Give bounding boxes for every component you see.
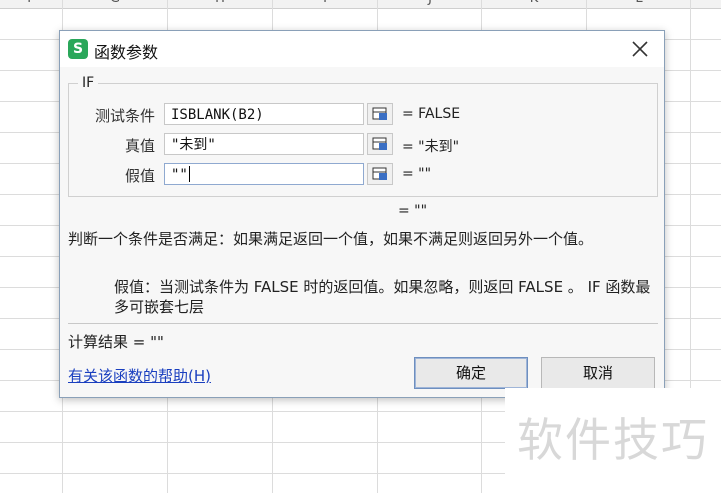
formula-result: = ""	[398, 203, 428, 219]
column-header[interactable]: K	[482, 0, 586, 7]
close-icon	[632, 41, 648, 57]
column-header[interactable]: J	[378, 0, 482, 7]
dialog-titlebar[interactable]: S 函数参数	[60, 31, 664, 67]
calculation-result: 计算结果 = ""	[68, 333, 164, 351]
wps-app-icon: S	[68, 39, 88, 59]
column-header-row: F G H I J K L	[0, 0, 721, 9]
arg-label-true-value: 真值	[124, 137, 155, 155]
close-button[interactable]	[628, 37, 652, 61]
watermark: 软件技巧	[505, 388, 721, 493]
argument-description: 假值：当测试条件为 FALSE 时的返回值。如果忽略，则返回 FALSE 。 I…	[114, 278, 651, 316]
true-value-input[interactable]: "未到"	[164, 133, 364, 155]
dialog-title: 函数参数	[94, 43, 159, 62]
function-name: IF	[78, 75, 99, 91]
condition-input[interactable]: ISBLANK(B2)	[164, 103, 364, 125]
column-header[interactable]: H	[168, 0, 272, 7]
range-select-icon	[372, 137, 387, 150]
ok-button[interactable]: 确定	[414, 357, 528, 389]
range-select-icon	[372, 167, 387, 180]
divider	[68, 323, 658, 324]
true-value-result: = "未到"	[402, 139, 460, 155]
column-header[interactable]: G	[63, 0, 167, 7]
cell-select-button[interactable]	[367, 103, 393, 125]
false-value-input[interactable]: ""	[164, 163, 364, 185]
arg-label-condition: 测试条件	[94, 107, 155, 125]
condition-result: = FALSE	[402, 106, 461, 122]
cancel-button[interactable]: 取消	[541, 357, 655, 389]
false-value-result: = ""	[402, 166, 432, 182]
function-help-link[interactable]: 有关该函数的帮助(H)	[68, 365, 211, 386]
function-arguments-dialog: S 函数参数 IF 测试条件 ISBLANK(B2) = FALSE 真值 "未…	[59, 30, 665, 398]
column-header[interactable]: I	[273, 0, 377, 7]
text-caret	[188, 166, 190, 182]
function-description: 判断一个条件是否满足：如果满足返回一个值，如果不满足则返回另外一个值。	[68, 230, 594, 248]
false-value-text: ""	[171, 167, 188, 183]
cell-select-button[interactable]	[367, 163, 393, 185]
cell-select-button[interactable]	[367, 133, 393, 155]
arg-label-false-value: 假值	[124, 167, 155, 185]
column-header[interactable]: F	[0, 0, 62, 7]
column-header[interactable]: L	[587, 0, 691, 7]
range-select-icon	[372, 107, 387, 120]
